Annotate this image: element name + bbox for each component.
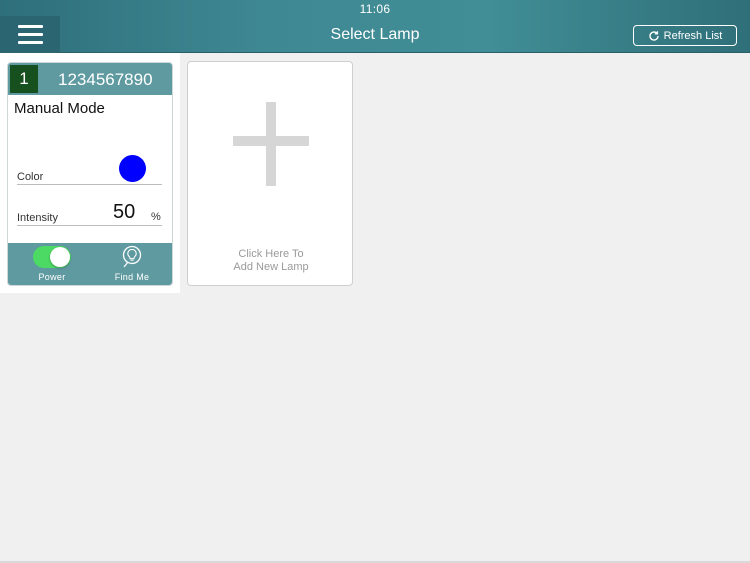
refresh-list-button[interactable]: Refresh List (633, 25, 737, 46)
lamp-card[interactable]: 1 1234567890 Manual Mode Color Intensity… (7, 62, 173, 286)
header: 11:06 Select Lamp Refresh List (0, 0, 750, 53)
app-screen: 11:06 Select Lamp Refresh List 1 1234567… (0, 0, 750, 563)
add-lamp-text: Click Here To Add New Lamp (188, 248, 354, 274)
find-me-label: Find Me (114, 272, 150, 282)
add-lamp-line2: Add New Lamp (233, 261, 309, 273)
power-label: Power (38, 272, 66, 282)
color-label: Color (17, 171, 44, 183)
intensity-value[interactable]: 50 (113, 201, 135, 224)
intensity-divider (17, 225, 162, 226)
lamp-card-footer: Power Find Me (8, 243, 172, 285)
intensity-label: Intensity (17, 212, 58, 224)
intensity-unit: % (151, 211, 161, 223)
lamp-number-badge: 1 (10, 65, 38, 93)
refresh-label: Refresh List (663, 29, 723, 42)
lamp-id: 1234567890 (58, 70, 153, 89)
add-lamp-line1: Click Here To (238, 248, 304, 260)
refresh-icon (648, 30, 660, 42)
plus-icon-bar (233, 136, 309, 146)
color-swatch[interactable] (119, 155, 146, 182)
status-time: 11:06 (359, 2, 391, 16)
lamp-mode: Manual Mode (14, 100, 105, 117)
lamp-card-container: 1 1234567890 Manual Mode Color Intensity… (0, 53, 180, 293)
lamp-card-header: 1 1234567890 (8, 63, 172, 95)
color-divider (17, 184, 162, 185)
power-toggle-knob (50, 247, 70, 267)
power-toggle[interactable] (33, 246, 71, 268)
lightbulb-icon[interactable] (120, 245, 144, 269)
add-lamp-card[interactable]: Click Here To Add New Lamp (187, 61, 353, 286)
